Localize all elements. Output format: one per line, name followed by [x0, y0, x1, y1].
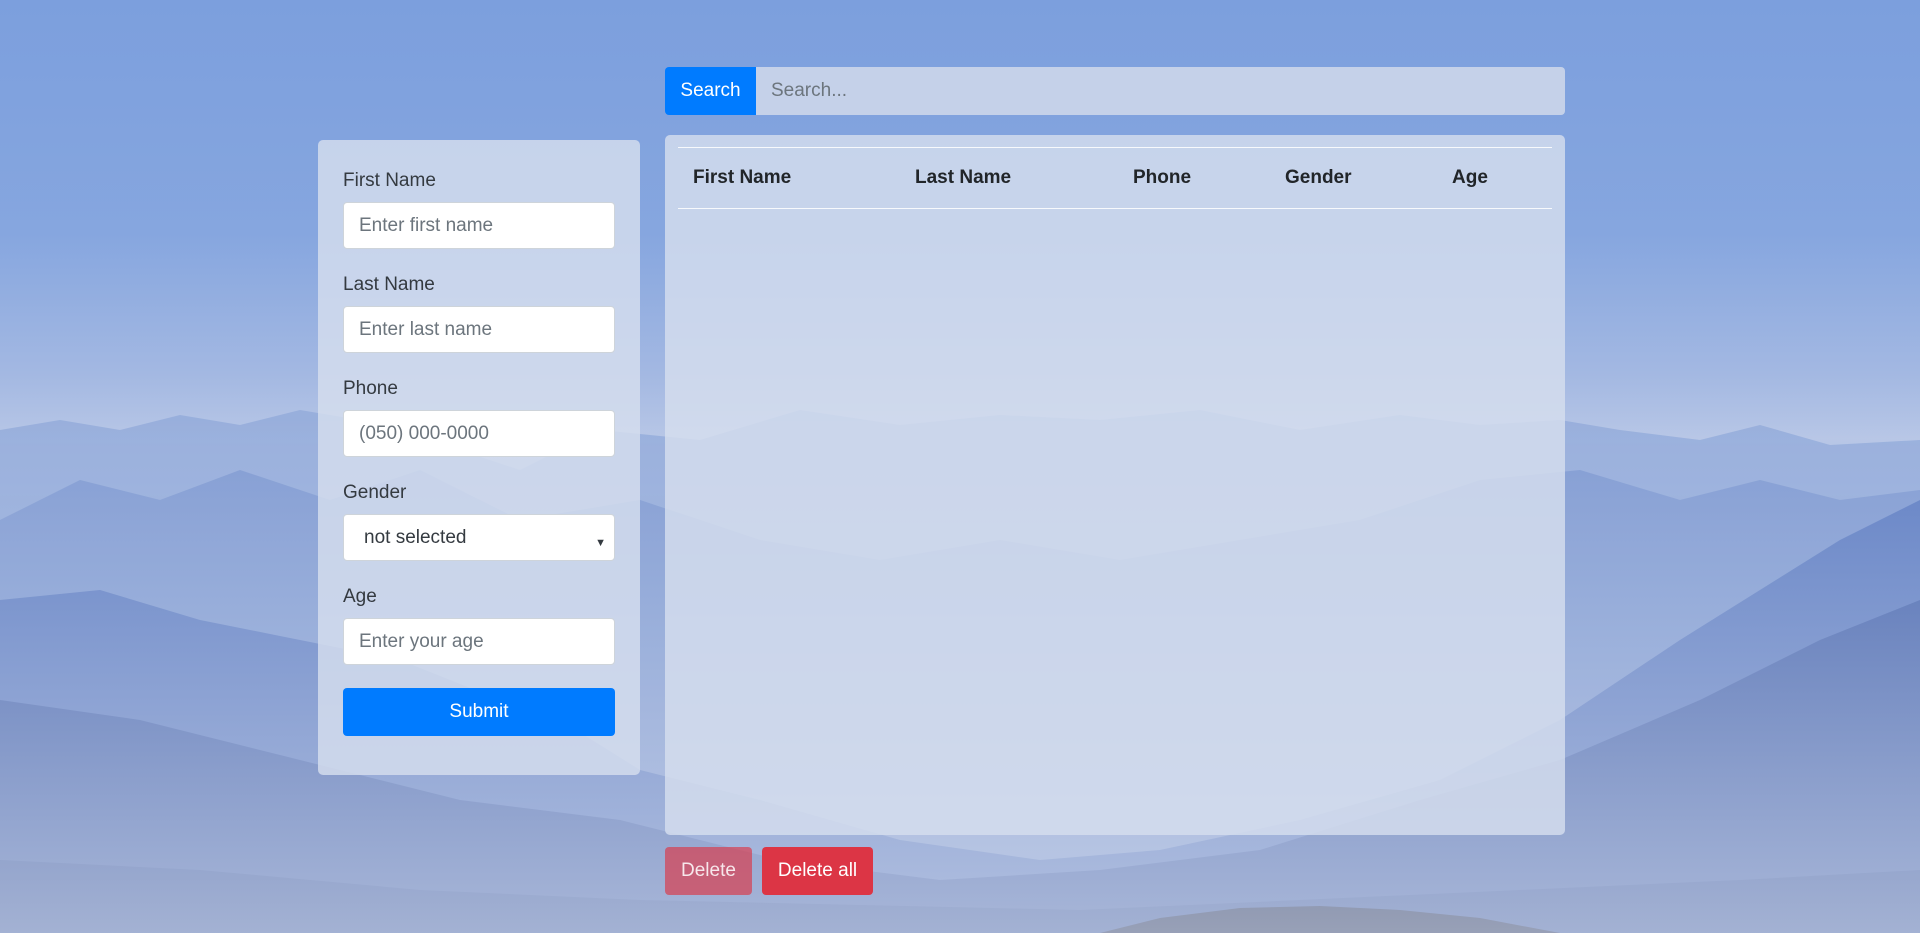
search-input[interactable] — [756, 67, 1565, 115]
submit-button[interactable]: Submit — [343, 688, 615, 736]
add-person-form: First Name Last Name Phone Gender not se… — [318, 140, 640, 775]
age-label: Age — [343, 586, 377, 607]
age-input[interactable] — [343, 618, 615, 665]
phone-label: Phone — [343, 378, 398, 399]
gender-select[interactable]: not selected — [343, 514, 615, 561]
delete-all-button[interactable]: Delete all — [761, 847, 874, 895]
people-table: First Name Last Name Phone Gender Age — [665, 135, 1565, 835]
last-name-label: Last Name — [343, 274, 435, 295]
first-name-input[interactable] — [343, 202, 615, 249]
column-header-first-name[interactable]: First Name — [693, 167, 791, 189]
table-header-row: First Name Last Name Phone Gender Age — [678, 147, 1552, 209]
phone-input[interactable] — [343, 410, 615, 457]
gender-select-wrapper: not selected ▼ — [343, 514, 615, 561]
column-header-gender[interactable]: Gender — [1285, 167, 1352, 189]
table-actions: Delete Delete all — [665, 847, 874, 895]
column-header-last-name[interactable]: Last Name — [915, 167, 1011, 189]
column-header-age[interactable]: Age — [1452, 167, 1488, 189]
search-bar: Search — [665, 67, 1565, 115]
delete-button[interactable]: Delete — [665, 847, 752, 895]
last-name-input[interactable] — [343, 306, 615, 353]
gender-label: Gender — [343, 482, 407, 503]
first-name-label: First Name — [343, 170, 436, 191]
search-button[interactable]: Search — [665, 67, 756, 115]
column-header-phone[interactable]: Phone — [1133, 167, 1191, 189]
